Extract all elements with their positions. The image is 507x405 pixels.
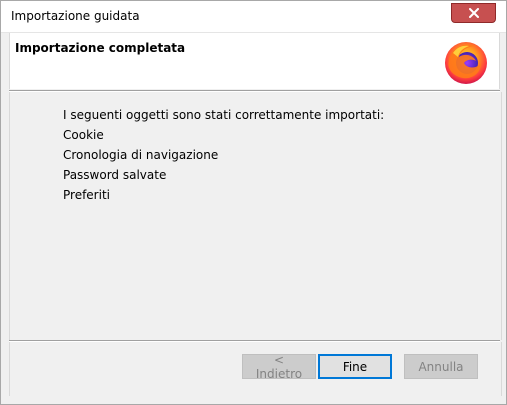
button-bar: < Indietro Fine Annulla — [9, 342, 502, 396]
header-panel: Importazione completata — [9, 33, 500, 89]
list-item: Password salvate — [63, 168, 167, 182]
list-item: Cronologia di navigazione — [63, 148, 219, 162]
list-item: Cookie — [63, 128, 104, 142]
finish-button[interactable]: Fine — [318, 354, 392, 379]
imported-items-list: Cookie Cronologia di navigazione Passwor… — [63, 128, 218, 208]
window-title: Importazione guidata — [11, 9, 140, 23]
intro-text: I seguenti oggetti sono stati correttame… — [63, 108, 385, 122]
close-icon — [468, 8, 479, 18]
title-bar[interactable]: Importazione guidata — [1, 1, 506, 33]
list-item: Preferiti — [63, 188, 110, 202]
firefox-logo-icon — [443, 39, 489, 85]
import-wizard-window: Importazione guidata Importazione comple… — [0, 0, 507, 405]
cancel-button[interactable]: Annulla — [404, 354, 478, 379]
content-area: I seguenti oggetti sono stati correttame… — [9, 92, 502, 340]
back-button[interactable]: < Indietro — [242, 353, 316, 381]
close-button[interactable] — [451, 3, 496, 23]
page-title: Importazione completata — [15, 41, 186, 55]
